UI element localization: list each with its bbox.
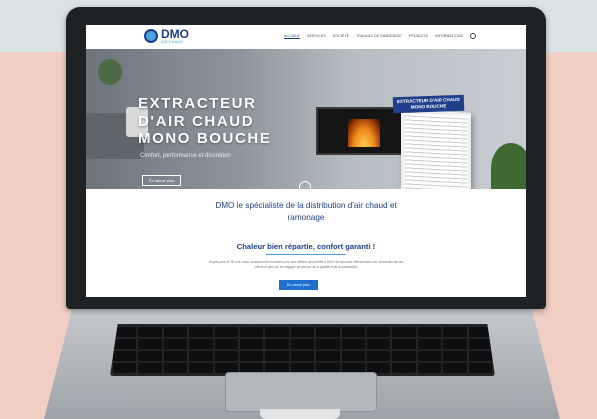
hero-banner: EXTRACTEUR D'AIR CHAUD MONO BOUCHE EXTRA… — [86, 49, 526, 189]
logo-sub-text: AIR CHAUD — [161, 39, 184, 44]
plant-image — [98, 59, 122, 85]
plant-right-image — [491, 143, 526, 189]
menu-item-societe[interactable]: SOCIÉTÉ — [333, 34, 349, 39]
logo-icon — [144, 29, 158, 43]
menu-item-travaux[interactable]: TRAVAUX DE RAMONAGE — [356, 34, 402, 39]
menu-item-informations[interactable]: INFORMATIONS — [435, 34, 463, 39]
intro-more-button[interactable]: En savoir plus — [279, 280, 318, 290]
laptop-trackpad — [225, 372, 377, 412]
site-logo[interactable]: DMO AIR CHAUD — [144, 28, 189, 44]
hero-subtitle: Confort, performance et discrétion — [140, 153, 231, 159]
intro-description: Depuis plus de 30 ans, nous à passion de… — [208, 260, 404, 270]
hero-more-button[interactable]: En savoir plus — [142, 175, 182, 186]
menu-item-accueil[interactable]: ACCUEIL — [284, 34, 301, 39]
main-menu: ACCUEIL SERVICES SOCIÉTÉ TRAVAUX DE RAMO… — [284, 34, 463, 39]
hero-title-line-1: EXTRACTEUR — [138, 95, 257, 112]
air-grille-image — [401, 109, 471, 189]
laptop-notch — [260, 409, 340, 419]
intro-headline: DMO le spécialiste de la distribution d'… — [215, 201, 397, 222]
site-header: DMO AIR CHAUD ACCUEIL SERVICES SOCIÉTÉ T… — [86, 25, 526, 50]
search-icon[interactable] — [470, 33, 476, 39]
laptop-keyboard — [110, 324, 495, 376]
menu-item-produits[interactable]: PRODUITS — [409, 34, 428, 39]
hero-title-line-3: MONO BOUCHE — [138, 130, 272, 148]
intro-tagline: Chaleur bien répartie, confort garanti ! — [236, 242, 376, 251]
intro-section: DMO le spécialiste de la distribution d'… — [86, 189, 526, 297]
laptop-screen: DMO AIR CHAUD ACCUEIL SERVICES SOCIÉTÉ T… — [86, 25, 526, 297]
menu-item-services[interactable]: SERVICES — [307, 34, 326, 39]
slider-play-icon[interactable] — [299, 181, 311, 189]
fire-flame-image — [348, 119, 380, 147]
tagline-underline — [266, 254, 346, 255]
hero-title-line-2: D'AIR CHAUD — [138, 112, 255, 130]
product-badge: EXTRACTEUR D'AIR CHAUD MONO BOUCHE — [392, 94, 465, 114]
hero-title: EXTRACTEUR D'AIR CHAUD MONO BOUCHE — [138, 95, 271, 148]
